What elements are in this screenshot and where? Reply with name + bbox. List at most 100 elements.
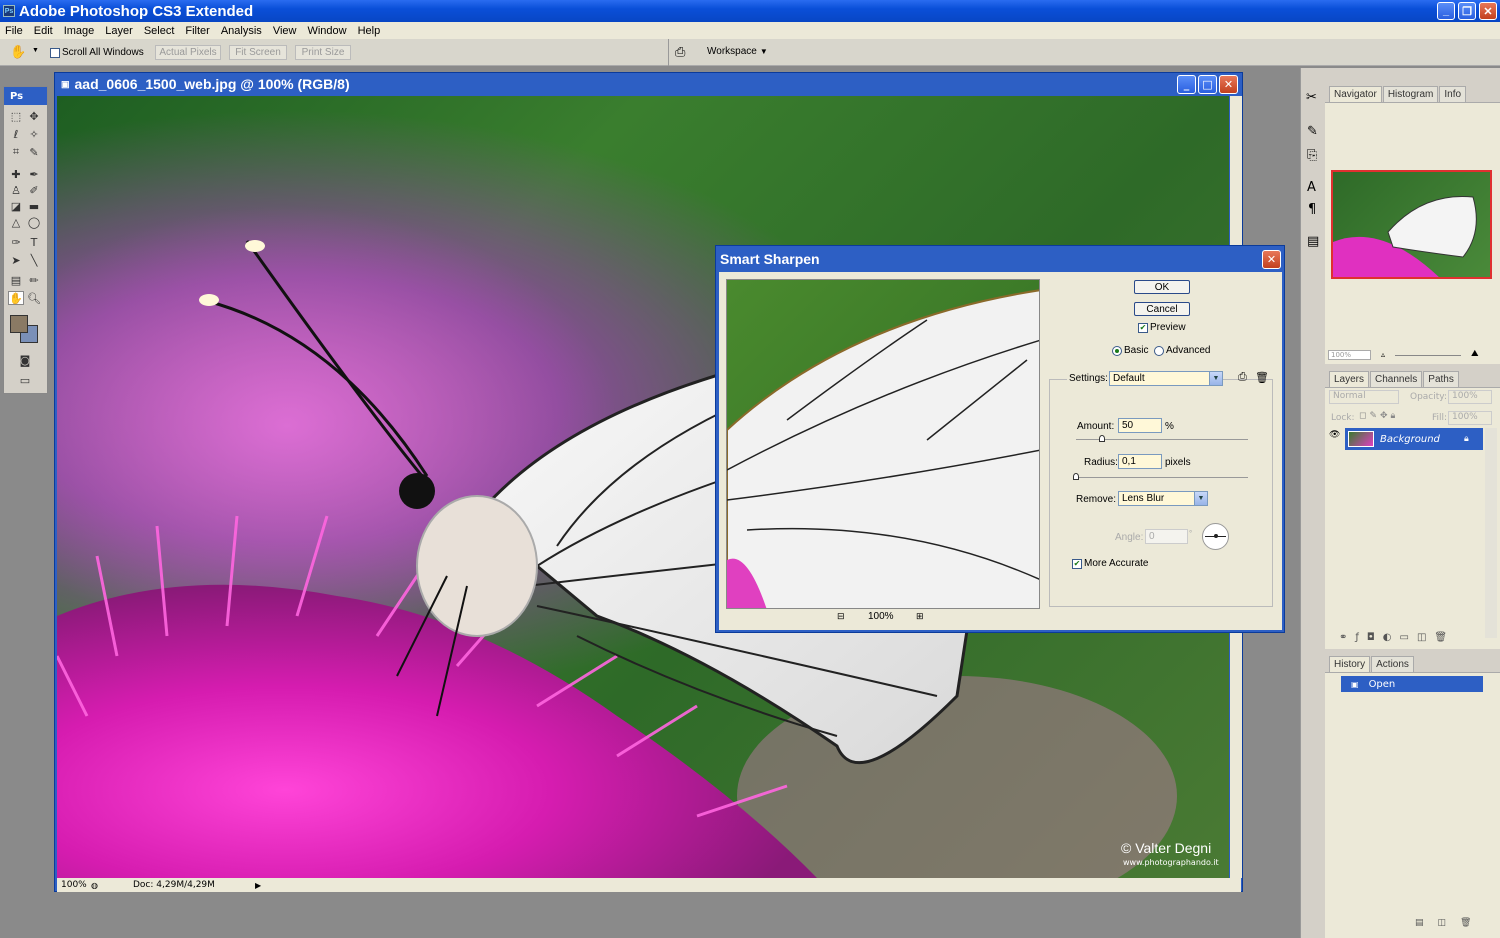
opacity-field[interactable]: 100% — [1448, 390, 1492, 404]
doc-minimize-button[interactable]: _ — [1177, 75, 1196, 94]
menu-analysis[interactable]: Analysis — [216, 25, 268, 37]
menu-filter[interactable]: Filter — [180, 25, 215, 37]
history-footer-icons[interactable]: ▤◫🗑︎ — [1415, 918, 1485, 928]
notes-tool-icon[interactable]: ▤ — [8, 273, 24, 287]
layer-row-background[interactable]: Background 🔒︎ — [1345, 428, 1483, 450]
eye-visibility-icon[interactable]: 👁︎ — [1329, 430, 1340, 440]
more-accurate-checkbox[interactable]: ✔ More Accurate — [1072, 558, 1148, 569]
fit-screen-button[interactable]: Fit Screen — [229, 45, 287, 60]
status-options-icon[interactable]: ◍ — [91, 881, 105, 890]
delete-settings-icon[interactable]: 🗑︎ — [1255, 371, 1269, 384]
palette-well-icon[interactable]: ⎙ — [675, 44, 685, 60]
menu-layer[interactable]: Layer — [100, 25, 139, 37]
healing-brush-tool-icon[interactable]: ✚ — [8, 167, 24, 181]
screen-mode-icon[interactable]: ▭ — [17, 373, 33, 387]
eraser-tool-icon[interactable]: ◪ — [8, 199, 24, 213]
crop-tool-icon[interactable]: ⌗ — [8, 145, 24, 159]
path-selection-tool-icon[interactable]: ➤ — [8, 253, 24, 267]
brushes-icon[interactable]: ✎ — [1307, 124, 1318, 139]
tool-preset-dropdown-icon[interactable]: ▼ — [32, 47, 39, 54]
foreground-color-swatch-front[interactable] — [10, 315, 28, 333]
type-tool-icon[interactable]: T — [26, 235, 42, 249]
zoom-tool-icon[interactable]: 🔍︎ — [26, 291, 42, 305]
brush-tool-icon[interactable]: ✒ — [26, 167, 42, 181]
basic-radio[interactable]: Basic — [1112, 345, 1148, 356]
marquee-tool-icon[interactable]: ⬚ — [8, 109, 24, 123]
save-settings-icon[interactable]: ⎙ — [1238, 371, 1247, 384]
menu-window[interactable]: Window — [302, 25, 352, 37]
restore-button[interactable]: ❐ — [1458, 2, 1476, 20]
checkbox-checked-icon[interactable]: ✔ — [1138, 322, 1148, 333]
pen-tool-icon[interactable]: ✑ — [8, 235, 24, 249]
radius-slider-thumb[interactable] — [1073, 473, 1079, 480]
dodge-tool-icon[interactable]: ◯ — [26, 215, 42, 229]
tab-histogram[interactable]: Histogram — [1382, 86, 1439, 102]
lock-options-icon[interactable]: ◻✎✥🔒︎ — [1359, 411, 1398, 421]
magic-wand-tool-icon[interactable]: ✧ — [26, 127, 42, 141]
zoom-out-icon[interactable]: ▵ — [1381, 350, 1385, 359]
eyedropper-tool-icon[interactable]: ✏ — [26, 273, 42, 287]
scroll-all-windows-checkbox[interactable]: Scroll All Windows — [50, 47, 144, 58]
amount-slider-thumb[interactable] — [1098, 435, 1105, 442]
sharpen-preview-pane[interactable] — [726, 279, 1040, 609]
fill-field[interactable]: 100% — [1448, 411, 1492, 425]
ok-button[interactable]: OK — [1134, 280, 1190, 294]
angle-dial[interactable] — [1202, 523, 1229, 550]
tab-actions[interactable]: Actions — [1371, 656, 1414, 672]
tab-channels[interactable]: Channels — [1370, 371, 1423, 387]
remove-select[interactable]: Lens Blur ▼ — [1118, 491, 1208, 506]
status-menu-arrow-icon[interactable]: ▶ — [255, 881, 261, 890]
radius-slider-track[interactable] — [1076, 477, 1248, 478]
navigator-thumbnail[interactable] — [1331, 170, 1492, 279]
move-tool-icon[interactable]: ✥ — [26, 109, 42, 123]
preview-zoom-out-icon[interactable]: ⊟ — [837, 611, 845, 622]
doc-maximize-button[interactable]: □ — [1198, 75, 1217, 94]
dialog-close-button[interactable]: ✕ — [1262, 250, 1281, 269]
menu-edit[interactable]: Edit — [29, 25, 59, 37]
hand-tool-icon[interactable]: ✋ — [8, 291, 24, 305]
navigator-zoom-field[interactable]: 100% — [1328, 350, 1371, 360]
tab-navigator[interactable]: Navigator — [1329, 86, 1382, 102]
tab-history[interactable]: History — [1329, 656, 1371, 672]
checkbox-icon[interactable] — [50, 47, 60, 58]
quick-mask-icon[interactable]: ◙ — [17, 353, 33, 367]
menu-view[interactable]: View — [268, 25, 303, 37]
character-icon[interactable]: A — [1307, 180, 1316, 195]
radio-icon[interactable] — [1154, 345, 1164, 356]
zoom-level[interactable]: 100% — [57, 880, 91, 890]
hand-tool-icon[interactable]: ✋ — [10, 44, 26, 60]
paragraph-icon[interactable]: ¶ — [1308, 202, 1316, 217]
workspace-menu[interactable]: Workspace ▼ — [707, 46, 768, 57]
navigator-zoom-slider[interactable] — [1395, 355, 1461, 356]
preview-checkbox[interactable]: ✔ Preview — [1138, 322, 1186, 333]
gradient-tool-icon[interactable]: ▬ — [26, 199, 42, 213]
blend-mode-select[interactable]: Normal — [1329, 390, 1399, 404]
radius-field[interactable]: 0,1 — [1118, 454, 1162, 469]
checkbox-checked-icon[interactable]: ✔ — [1072, 558, 1082, 569]
tool-presets-icon[interactable]: ✂ — [1306, 90, 1317, 105]
blur-tool-icon[interactable]: △ — [8, 215, 24, 229]
radio-selected-icon[interactable] — [1112, 345, 1122, 356]
actual-pixels-button[interactable]: Actual Pixels — [155, 45, 221, 60]
layers-footer-icons[interactable]: ⚭ƒ◘◐▭◫🗑︎ — [1339, 632, 1455, 643]
slice-tool-icon[interactable]: ✎ — [26, 145, 42, 159]
angle-field[interactable]: 0 — [1145, 529, 1188, 544]
history-brush-tool-icon[interactable]: ✐ — [26, 183, 42, 197]
minimize-button[interactable]: _ — [1437, 2, 1455, 20]
history-item-open[interactable]: ▣ Open — [1341, 676, 1483, 692]
clone-source-icon[interactable]: ⎘ — [1307, 148, 1317, 163]
print-size-button[interactable]: Print Size — [295, 45, 351, 60]
menu-image[interactable]: Image — [59, 25, 101, 37]
tab-layers[interactable]: Layers — [1329, 371, 1370, 387]
close-button[interactable]: ✕ — [1479, 2, 1497, 20]
menu-file[interactable]: File — [0, 25, 29, 37]
tab-info[interactable]: Info — [1439, 86, 1467, 102]
menu-help[interactable]: Help — [353, 25, 387, 37]
amount-field[interactable]: 50 — [1118, 418, 1162, 433]
settings-select[interactable]: Default ▼ — [1109, 371, 1223, 386]
zoom-in-icon[interactable]: ⛰ — [1471, 349, 1479, 359]
preview-zoom-in-icon[interactable]: ⊞ — [916, 611, 924, 622]
menu-select[interactable]: Select — [139, 25, 181, 37]
lasso-tool-icon[interactable]: ℓ — [8, 127, 24, 141]
line-tool-icon[interactable]: ╲ — [26, 253, 42, 267]
